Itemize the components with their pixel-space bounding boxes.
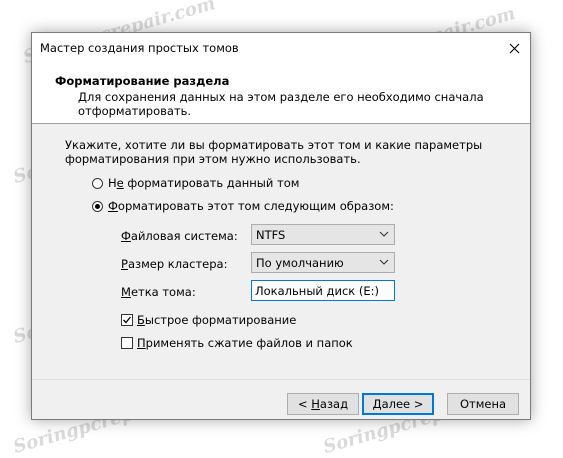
- cluster-size-value: По умолчанию: [256, 255, 344, 270]
- prompt-text: Укажите, хотите ли вы форматировать этот…: [65, 138, 483, 166]
- quick-format-checkbox[interactable]: [121, 314, 133, 326]
- next-button[interactable]: Далее >: [362, 393, 434, 415]
- chevron-down-icon: [379, 259, 389, 265]
- back-button-accel: Н: [311, 397, 320, 411]
- wizard-dialog: Мастер создания простых томов Форматиров…: [31, 32, 531, 420]
- volume-label-input[interactable]: Локальный диск (E:): [251, 280, 395, 301]
- footer-divider: [32, 379, 530, 380]
- compression-checkbox[interactable]: [121, 337, 133, 349]
- cluster-size-label: Размер кластера:: [121, 257, 228, 271]
- cluster-size-select[interactable]: По умолчанию: [251, 252, 395, 273]
- wizard-header: Форматирование раздела Для сохранения да…: [32, 63, 530, 124]
- back-button-prefix: <: [297, 397, 312, 411]
- compression-checkbox-row[interactable]: Применять сжатие файлов и папок: [121, 336, 353, 350]
- next-button-label: алее >: [381, 397, 424, 411]
- radio-format[interactable]: Форматировать этот том следующим образом…: [92, 199, 394, 213]
- next-button-accel: Д: [372, 397, 382, 411]
- quick-format-checkbox-row[interactable]: Быстрое форматирование: [121, 313, 296, 327]
- radio-button-format[interactable]: [92, 200, 103, 212]
- volume-label-label: Метка тома:: [121, 285, 196, 299]
- wizard-content: Укажите, хотите ли вы форматировать этот…: [32, 124, 530, 379]
- close-icon: [509, 43, 519, 53]
- filesystem-label: Файловая система:: [121, 229, 238, 243]
- volume-label-value: Локальный диск (E:): [255, 283, 379, 298]
- chevron-down-icon: [379, 231, 389, 237]
- radio-no-format[interactable]: Не форматировать данный том: [92, 176, 299, 190]
- cancel-button[interactable]: Отмена: [447, 393, 519, 415]
- filesystem-select[interactable]: NTFS: [251, 224, 395, 245]
- page-title: Форматирование раздела: [55, 74, 230, 88]
- cancel-button-label: Отмена: [459, 397, 507, 411]
- filesystem-value: NTFS: [256, 227, 286, 242]
- radio-format-label: Форматировать этот том следующим образом…: [108, 199, 394, 213]
- quick-format-label: Быстрое форматирование: [137, 313, 297, 327]
- back-button-label: азад: [319, 397, 349, 411]
- radio-button-no-format[interactable]: [92, 177, 103, 189]
- window-title: Мастер создания простых томов: [40, 41, 239, 55]
- radio-no-format-label: Не форматировать данный том: [108, 176, 300, 190]
- checkmark-icon: [123, 316, 132, 324]
- compression-label: Применять сжатие файлов и папок: [137, 336, 353, 350]
- back-button[interactable]: < Назад: [287, 393, 359, 415]
- page-description: Для сохранения данных на этом разделе ег…: [78, 90, 484, 118]
- title-bar: Мастер создания простых томов: [32, 33, 530, 63]
- close-button[interactable]: [498, 33, 530, 63]
